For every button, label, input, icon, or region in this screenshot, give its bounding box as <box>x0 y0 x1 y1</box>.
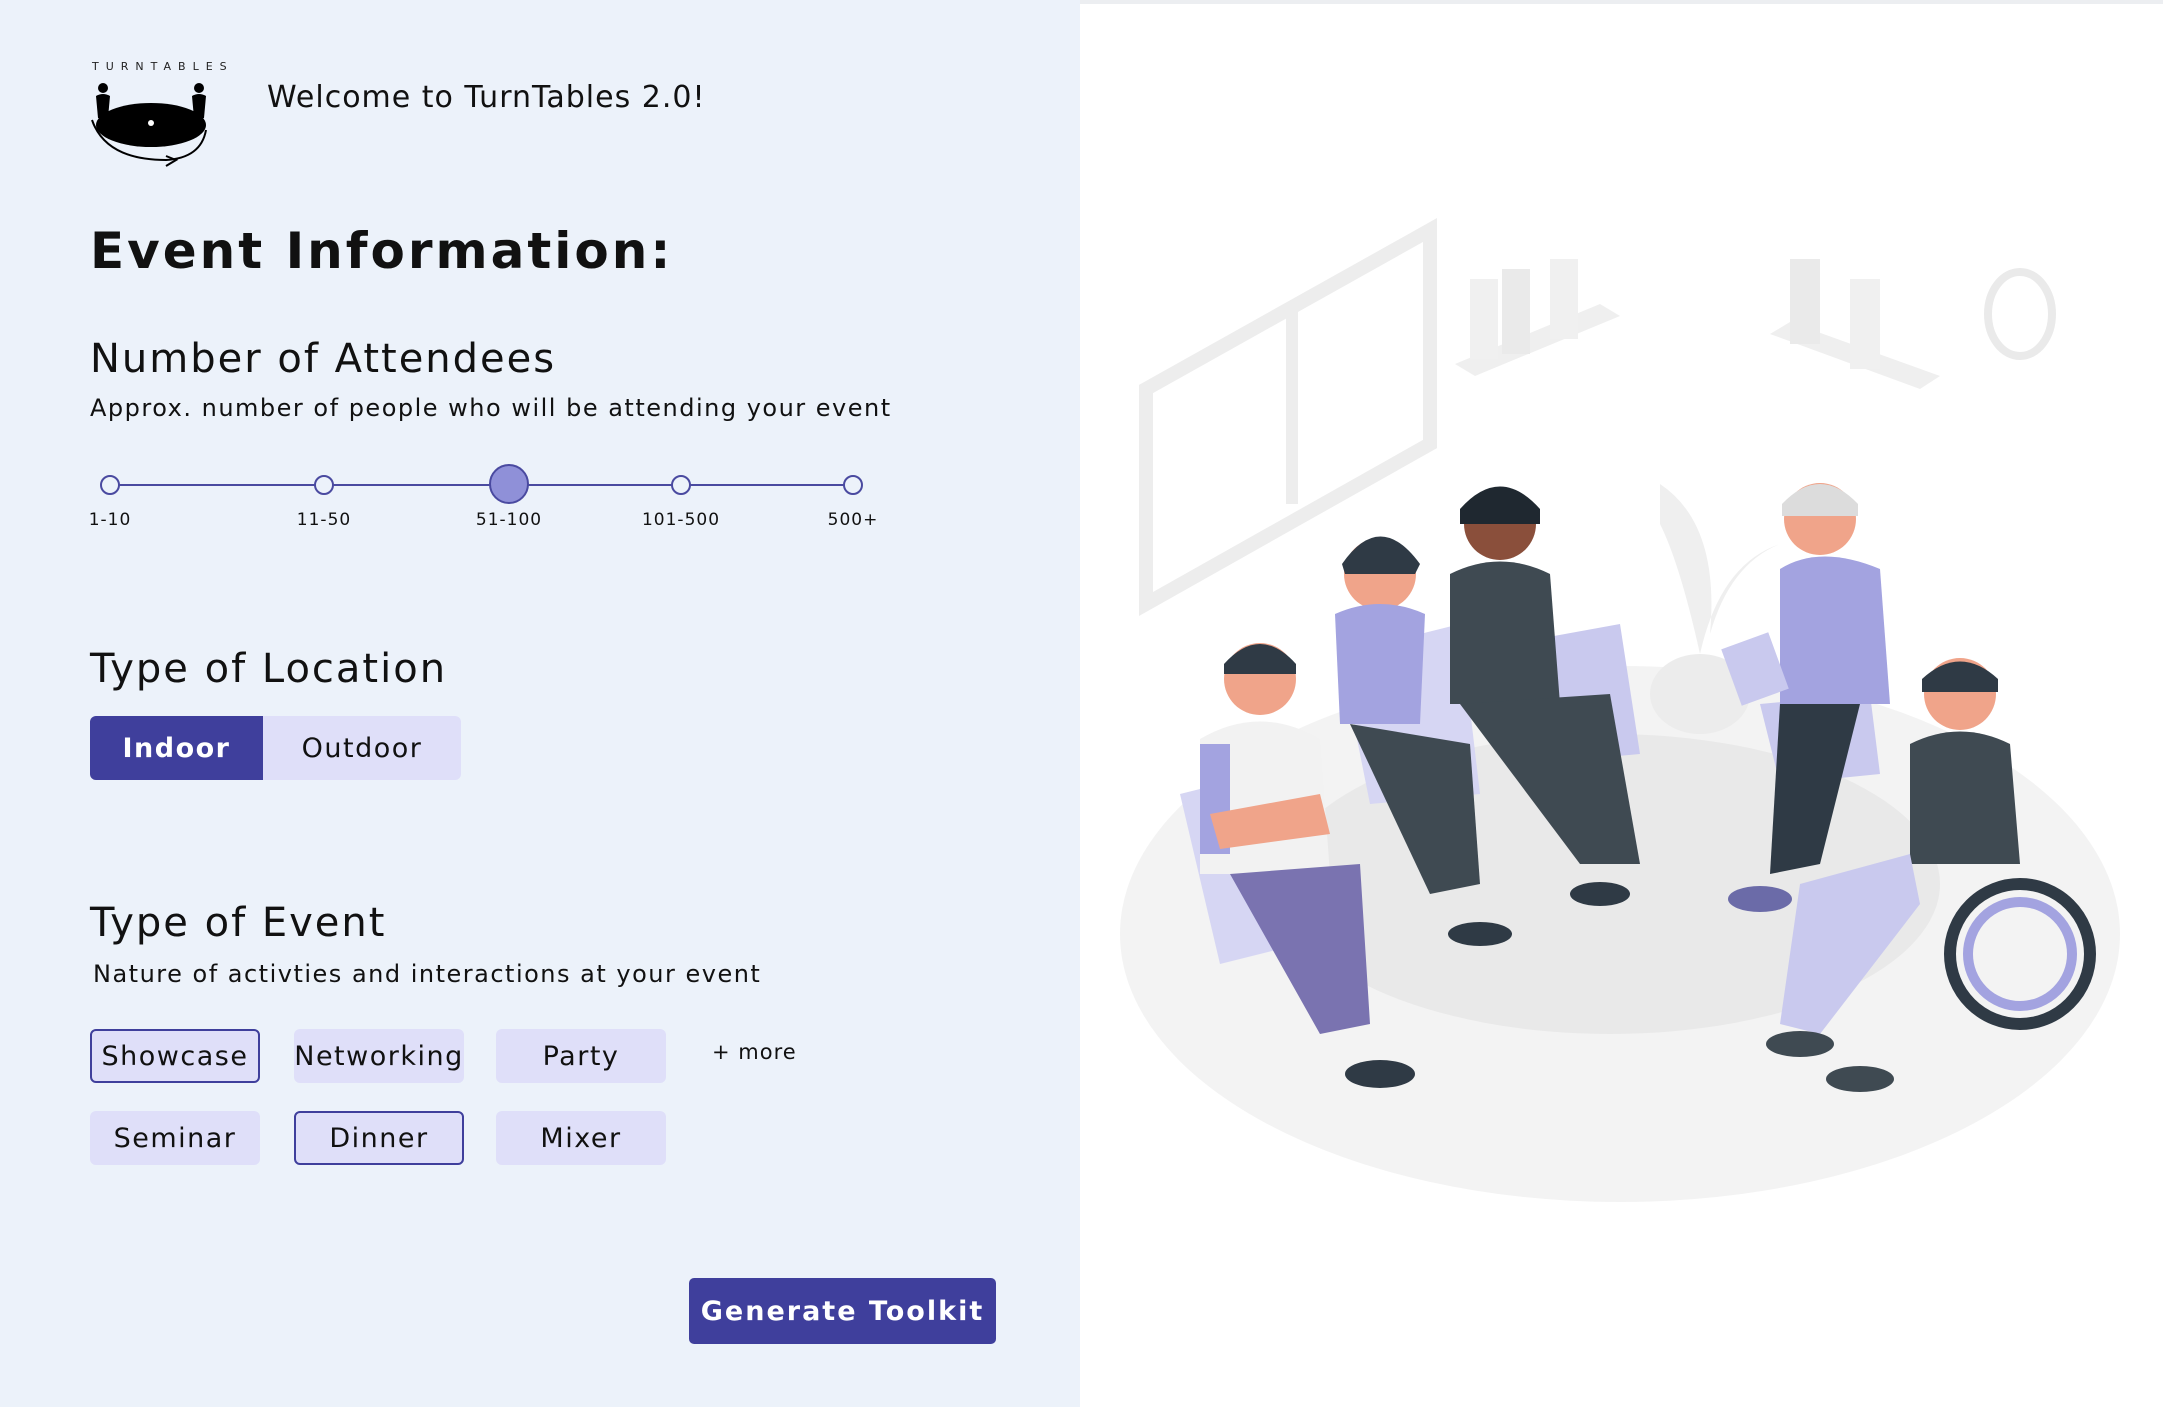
slider-label: 11-50 <box>296 510 352 530</box>
location-indoor-button[interactable]: Indoor <box>90 716 263 780</box>
slider-stop-51-100[interactable] <box>489 464 529 504</box>
event-type-subtitle: Nature of activties and interactions at … <box>93 960 762 988</box>
attendees-title: Number of Attendees <box>90 336 557 382</box>
attendees-slider[interactable]: 1-10 11-50 51-100 101-500 500+ <box>88 460 890 540</box>
chip-seminar[interactable]: Seminar <box>90 1111 260 1165</box>
chip-dinner[interactable]: Dinner <box>294 1111 464 1165</box>
chip-networking[interactable]: Networking <box>294 1029 464 1083</box>
slider-label: 500+ <box>827 510 879 530</box>
people-discussion-illustration <box>1120 218 2120 1202</box>
slider-label: 51-100 <box>475 510 543 530</box>
location-outdoor-button[interactable]: Outdoor <box>263 716 461 780</box>
slider-stop-11-50[interactable] <box>314 475 334 495</box>
logo-wordmark: TURNTABLES <box>92 60 234 73</box>
page-title: Event Information: <box>90 222 674 280</box>
attendees-subtitle: Approx. number of people who will be att… <box>90 394 892 422</box>
chip-mixer[interactable]: Mixer <box>496 1111 666 1165</box>
turntables-logo: TURNTABLES <box>86 60 234 170</box>
location-toggle: Indoor Outdoor <box>90 716 461 780</box>
slider-stop-500-plus[interactable] <box>843 475 863 495</box>
more-event-types-link[interactable]: + more <box>712 1040 797 1064</box>
form-panel: TURNTABLES Welcome to TurnTables 2.0! Ev… <box>0 0 1080 1407</box>
event-type-title: Type of Event <box>90 900 387 946</box>
chip-party[interactable]: Party <box>496 1029 666 1083</box>
slider-track <box>110 484 853 486</box>
slider-stop-101-500[interactable] <box>671 475 691 495</box>
slider-stop-1-10[interactable] <box>100 475 120 495</box>
illustration-panel <box>1080 0 2163 1407</box>
slider-label: 101-500 <box>641 510 721 530</box>
location-title: Type of Location <box>90 646 448 692</box>
generate-toolkit-button[interactable]: Generate Toolkit <box>689 1278 996 1344</box>
turntable-icon <box>91 83 207 167</box>
welcome-heading: Welcome to TurnTables 2.0! <box>267 80 706 115</box>
slider-label: 1-10 <box>88 510 132 530</box>
chip-showcase[interactable]: Showcase <box>90 1029 260 1083</box>
